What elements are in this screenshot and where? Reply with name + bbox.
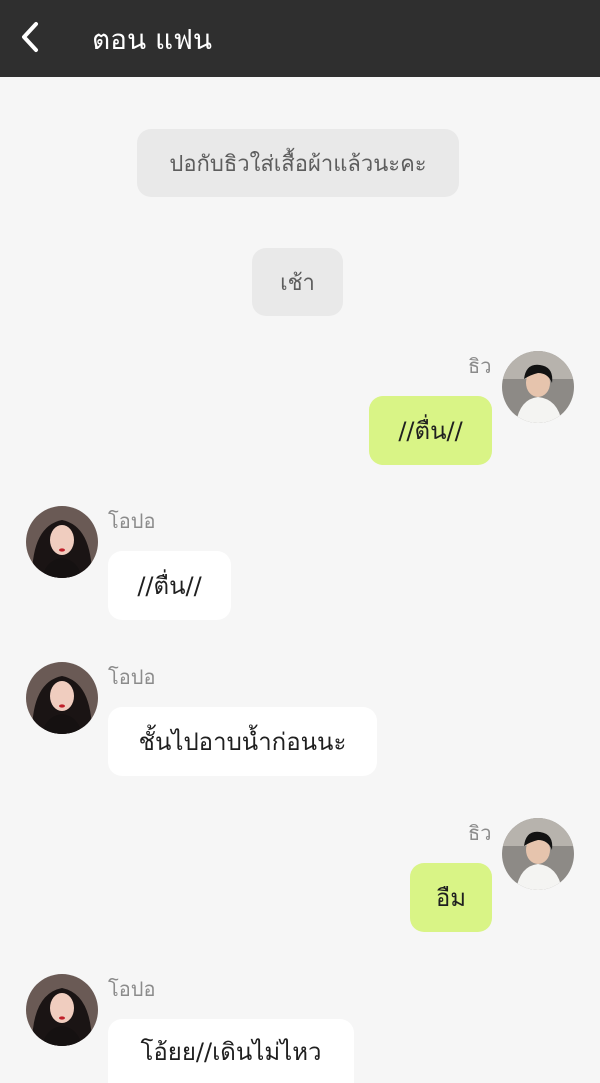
message-text: อืม	[435, 884, 467, 912]
message-text: โอ้ยย//เดินไม่ไหว	[140, 1037, 322, 1066]
avatar-thiw[interactable]	[502, 818, 574, 890]
message-bubble-outgoing[interactable]: อืม	[410, 863, 492, 932]
chat-title: ตอน แฟน	[92, 23, 213, 56]
system-message: เช้า	[252, 248, 343, 316]
system-message-text: ปอกับธิวใส่เสื้อผ้าแล้วนะคะ	[169, 151, 427, 177]
message-text: //ตื่น//	[137, 572, 202, 600]
avatar-thiw[interactable]	[502, 351, 574, 423]
sender-name: โอปอ	[108, 977, 156, 1001]
avatar-opo[interactable]	[26, 662, 98, 734]
message-bubble-outgoing[interactable]: //ตื่น//	[369, 396, 492, 465]
top-bar: ตอน แฟน	[0, 0, 600, 77]
back-button[interactable]	[10, 14, 50, 60]
chevron-left-icon	[22, 22, 38, 52]
sender-name: ธิว	[468, 821, 492, 845]
message-text: ชั้นไปอาบน้ำก่อนนะ	[138, 728, 347, 756]
message-text: //ตื่น//	[398, 417, 463, 445]
system-message-text: เช้า	[280, 270, 315, 296]
sender-name: โอปอ	[108, 509, 156, 533]
system-message: ปอกับธิวใส่เสื้อผ้าแล้วนะคะ	[137, 129, 459, 197]
message-bubble-incoming[interactable]: //ตื่น//	[108, 551, 231, 620]
sender-name: ธิว	[468, 354, 492, 378]
sender-name: โอปอ	[108, 665, 156, 689]
avatar-opo[interactable]	[26, 974, 98, 1046]
message-bubble-incoming[interactable]: โอ้ยย//เดินไม่ไหว	[108, 1019, 354, 1083]
message-bubble-incoming[interactable]: ชั้นไปอาบน้ำก่อนนะ	[108, 707, 377, 776]
avatar-opo[interactable]	[26, 506, 98, 578]
